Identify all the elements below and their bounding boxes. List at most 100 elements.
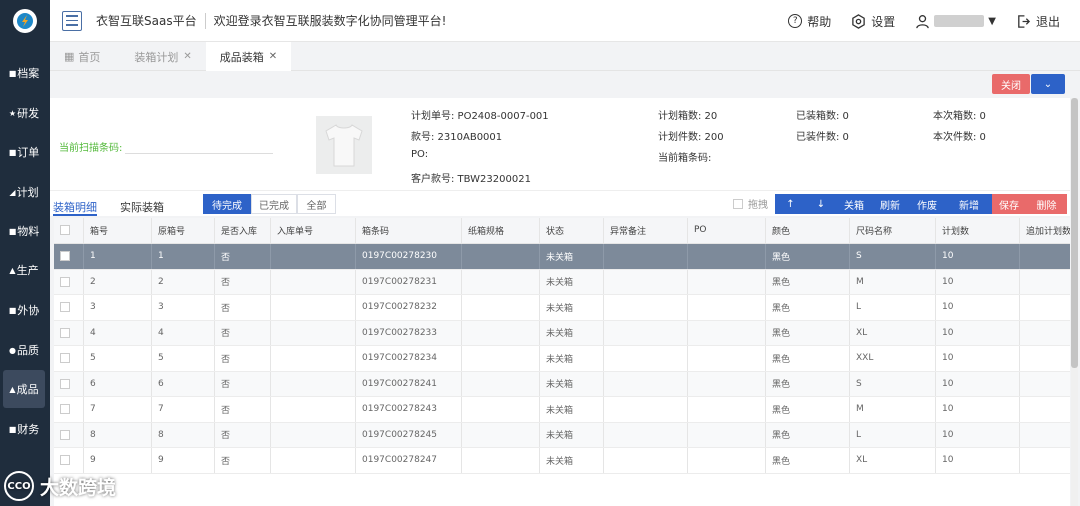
sidebar-item-quality[interactable]: ● 品质 [3,331,45,369]
tab-home[interactable]: ▦ 首页 [50,42,114,71]
scan-barcode-input[interactable] [125,138,273,154]
sidebar-item-label: 外协 [17,304,40,317]
sidebar-item-label: 订单 [17,146,40,159]
sidebar-item-label: 计划 [16,186,39,199]
void-button[interactable]: 作废 [908,194,946,214]
table-row[interactable]: 4 4 否 0197C00278233 未关箱 黑色 XL 10 [54,320,1070,346]
row-checkbox[interactable] [60,378,70,389]
filter-completed[interactable]: 已完成 [251,194,297,214]
logout-button[interactable]: 退出 [1016,13,1060,30]
sidebar-item-archive[interactable]: ■ 档案 [3,54,45,92]
delete-button[interactable]: 删除 [1026,194,1067,214]
refresh-button[interactable]: 刷新 [872,194,908,214]
row-checkbox[interactable] [60,429,70,440]
select-cell[interactable] [54,269,84,294]
table-row[interactable]: 6 6 否 0197C00278241 未关箱 黑色 S 10 [54,371,1070,397]
tab-packing-plan[interactable]: 装箱计划 ✕ [120,42,205,71]
extra-plan-qty-cell [1020,321,1070,346]
sidebar-item-plan[interactable]: ◢ 计划 [3,173,45,211]
close-button[interactable]: 关闭 [992,74,1030,94]
select-cell[interactable] [54,346,84,371]
plan-qty-cell: 10 [936,295,1020,320]
watermark-badge: CCO [4,471,34,501]
tab-actual-packing[interactable]: 实际装箱 [120,199,164,215]
filter-all[interactable]: 全部 [297,194,336,214]
help-button[interactable]: ? 帮助 [788,13,831,30]
select-cell[interactable] [54,448,84,473]
select-cell[interactable] [54,371,84,396]
po-cell [688,295,766,320]
po-cell [688,269,766,294]
drag-checkbox[interactable] [733,198,743,209]
drag-toggle[interactable]: 拖拽 [733,196,768,211]
sidebar-item-outsource[interactable]: ■ 外协 [3,291,45,329]
tab-finished-packing[interactable]: 成品装箱 ✕ [205,42,292,71]
select-cell[interactable] [54,422,84,447]
sidebar-item-finished[interactable]: ▲ 成品 [3,370,45,408]
app-title: 衣智互联Saas平台 [96,14,197,28]
plan-pieces: 计划件数: 200 [658,132,724,143]
stock-in-no-cell [271,320,356,345]
sidebar-item-orders[interactable]: ■ 订单 [3,133,45,171]
select-cell[interactable] [54,320,84,345]
table-row[interactable]: 2 2 否 0197C00278231 未关箱 黑色 M 10 [54,269,1070,295]
filter-pending[interactable]: 待完成 [203,194,251,214]
carton-spec-cell [462,371,540,396]
close-icon[interactable]: ✕ [269,51,277,62]
select-all-checkbox[interactable] [60,225,70,236]
menu-toggle-icon[interactable] [62,10,82,31]
close-icon[interactable]: ✕ [183,51,191,62]
box-no-cell: 3 [84,295,152,320]
save-button[interactable]: 保存 [992,194,1026,214]
color-cell: 黑色 [766,320,850,345]
orig-box-no-cell: 6 [152,371,215,396]
settings-button[interactable]: 设置 [851,13,895,30]
plan-qty-cell: 10 [936,397,1020,422]
orig-box-no-cell: 4 [152,320,215,345]
exception-note-cell [604,244,688,269]
grid-icon: ▦ [64,50,75,63]
header-plan-qty-col: 计划数 [936,218,1020,243]
in-stock-cell: 否 [215,371,271,396]
close-box-button[interactable]: 关箱 [836,194,872,214]
table-row[interactable]: 5 5 否 0197C00278234 未关箱 黑色 XXL 10 [54,346,1070,372]
po-cell [688,371,766,396]
sidebar-item-production[interactable]: ▲ 生产 [3,251,45,289]
header-select-col[interactable] [54,218,84,243]
move-up-button[interactable]: ↑ [775,194,806,214]
row-checkbox[interactable] [60,353,70,364]
carton-spec-cell [462,320,540,345]
help-icon: ? [788,14,803,28]
sidebar-item-rnd[interactable]: ★ 研发 [3,94,45,132]
tab-packing-detail[interactable]: 装箱明细 [53,199,97,215]
scrollbar-thumb[interactable] [1071,98,1078,368]
box-barcode-cell: 0197C00278230 [356,244,462,269]
select-cell[interactable] [54,295,84,320]
table-row[interactable]: 9 9 否 0197C00278247 未关箱 黑色 XL 10 [54,448,1070,474]
exception-note-cell [604,448,688,473]
select-cell[interactable] [54,397,84,422]
sidebar-item-material[interactable]: ■ 物料 [3,212,45,250]
row-checkbox[interactable] [60,302,70,313]
box-no-cell: 9 [84,448,152,473]
table-row[interactable]: 7 7 否 0197C00278243 未关箱 黑色 M 10 [54,397,1070,423]
row-checkbox[interactable] [60,251,70,262]
table-row[interactable]: 1 1 否 0197C00278230 未关箱 黑色 S 10 [54,244,1070,270]
select-cell[interactable] [54,244,84,269]
row-checkbox[interactable] [60,327,70,338]
box-no-cell: 2 [84,269,152,294]
row-checkbox[interactable] [60,276,70,287]
sidebar-item-label: 档案 [17,67,40,80]
sidebar-item-finance[interactable]: ■ 财务 [3,410,45,448]
table-row[interactable]: 3 3 否 0197C00278232 未关箱 黑色 L 10 [54,295,1070,321]
orig-box-no-cell: 8 [152,422,215,447]
chevron-down-icon[interactable]: ⌄ [1031,74,1065,94]
row-checkbox[interactable] [60,455,70,466]
row-checkbox[interactable] [60,404,70,415]
table-row[interactable]: 8 8 否 0197C00278245 未关箱 黑色 L 10 [54,422,1070,448]
logout-label: 退出 [1035,14,1060,29]
size-cell: L [850,422,936,447]
move-down-button[interactable]: ↓ [806,194,836,214]
add-button[interactable]: 新增 [946,194,992,214]
user-menu[interactable]: ▼ [915,14,996,29]
